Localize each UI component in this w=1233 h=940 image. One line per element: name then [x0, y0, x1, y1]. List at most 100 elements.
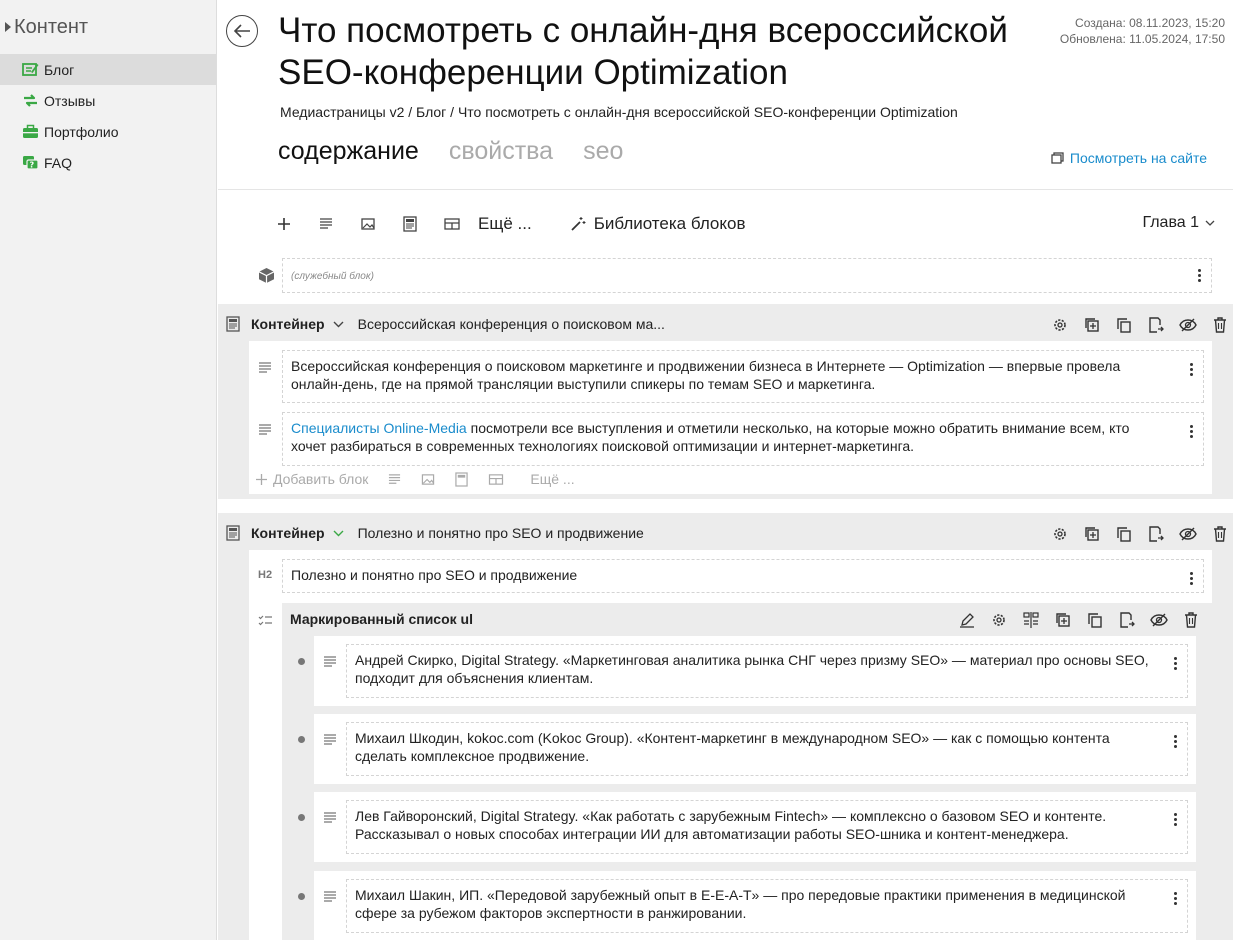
more-vertical-icon[interactable] — [1189, 425, 1193, 438]
add-block-button[interactable] — [268, 210, 300, 238]
list-title: Маркированный список ul — [290, 611, 473, 627]
edit-icon[interactable] — [958, 611, 976, 629]
copy-icon[interactable] — [1115, 316, 1133, 334]
heading-block[interactable]: Полезно и понятно про SEO и продвижение — [282, 559, 1204, 593]
paragraph-block[interactable]: Специалисты Online-Media посмотрели все … — [282, 412, 1204, 466]
chapter-select[interactable]: Глава 1 — [1142, 214, 1215, 232]
settings-icon[interactable] — [990, 611, 1008, 629]
duplicate-add-icon[interactable] — [1083, 525, 1101, 543]
text-block-icon[interactable] — [388, 473, 401, 486]
window-icon — [1051, 152, 1064, 164]
container-body: H2 Полезно и понятно про SEO и продвижен… — [249, 550, 1212, 940]
list-item-text: Лев Гайворонский, Digital Strategy. «Как… — [355, 808, 1107, 842]
more-blocks-button[interactable]: Ещё ... — [478, 214, 532, 234]
layout-icon[interactable] — [488, 473, 504, 486]
block-toolbar: Ещё ... Библиотека блоков — [268, 210, 1216, 238]
dates-info: Создана: 08.11.2023, 15:20 Обновлена: 11… — [1060, 15, 1225, 47]
paragraph-block[interactable]: Всероссийская конференция о поисковом ма… — [282, 350, 1204, 403]
breadcrumb[interactable]: Медиастраницы v2 / Блог / Что посмотреть… — [280, 104, 958, 120]
container-header: Контейнер Полезно и понятно про SEO и пр… — [218, 513, 1233, 553]
container-icon — [403, 216, 417, 232]
chevron-down-icon[interactable] — [333, 530, 344, 537]
chevron-down-icon[interactable] — [333, 321, 344, 328]
list-actions — [958, 611, 1200, 629]
move-icon[interactable] — [1118, 611, 1136, 629]
trash-icon[interactable] — [1211, 316, 1229, 334]
duplicate-add-icon[interactable] — [1083, 316, 1101, 334]
paragraph-text: Всероссийская конференция о поисковом ма… — [291, 358, 1121, 392]
eye-off-icon[interactable] — [1179, 316, 1197, 334]
container-icon[interactable] — [455, 471, 469, 487]
list-item: Андрей Скирко, Digital Strategy. «Маркет… — [298, 636, 1196, 706]
sidebar-section-content[interactable]: Контент — [0, 0, 216, 54]
chevron-down-icon — [1205, 220, 1215, 226]
more-vertical-icon[interactable] — [1173, 657, 1177, 670]
settings-icon[interactable] — [1051, 525, 1069, 543]
sidebar-item-label: Портфолио — [44, 123, 119, 140]
sidebar-item-faq[interactable]: ? FAQ — [0, 147, 216, 178]
add-container-button[interactable] — [394, 210, 426, 238]
list-item-text-block[interactable]: Михаил Шкодин, kokoc.com (Kokoc Group). … — [346, 722, 1188, 776]
paragraph-link[interactable]: Специалисты Online-Media — [291, 420, 467, 436]
container-name[interactable]: Всероссийская конференция о поисковом ма… — [358, 316, 665, 332]
sidebar-item-reviews[interactable]: Отзывы — [0, 85, 216, 116]
tab-properties[interactable]: свойства — [449, 137, 553, 166]
view-on-site-link[interactable]: Посмотреть на сайте — [1051, 150, 1207, 166]
container-name[interactable]: Полезно и понятно про SEO и продвижение — [358, 525, 644, 541]
tab-content[interactable]: содержание — [278, 137, 419, 166]
cube-icon — [258, 267, 275, 289]
block-library-label: Библиотека блоков — [593, 214, 746, 233]
sidebar-item-blog[interactable]: Блог — [0, 54, 216, 85]
page-title: Что посмотреть с онлайн-дня всероссийско… — [278, 11, 1008, 92]
caret-right-icon — [5, 22, 11, 32]
image-icon[interactable] — [421, 473, 435, 486]
trash-icon[interactable] — [1211, 525, 1229, 543]
container-body: Всероссийская конференция о поисковом ма… — [249, 341, 1212, 494]
container-actions — [1051, 316, 1229, 334]
settings-icon[interactable] — [1051, 316, 1069, 334]
list-block: Маркированный список ul Андрей Скирко, D… — [282, 603, 1212, 940]
list-item-text-block[interactable]: Михаил Шакин, ИП. «Передовой зарубежный … — [346, 879, 1188, 933]
sidebar-item-portfolio[interactable]: Портфолио — [0, 116, 216, 147]
heading-h2-icon: H2 — [258, 569, 273, 581]
duplicate-add-icon[interactable] — [1054, 611, 1072, 629]
text-block-icon — [323, 733, 337, 747]
updated-date: Обновлена: 11.05.2024, 17:50 — [1059, 32, 1225, 46]
block-library-button[interactable]: Библиотека блоков — [570, 214, 746, 234]
trash-icon[interactable] — [1182, 611, 1200, 629]
more-vertical-icon[interactable] — [1173, 892, 1177, 905]
add-block-button[interactable]: Добавить блок — [256, 471, 368, 487]
eye-off-icon[interactable] — [1150, 611, 1168, 629]
text-block-icon — [258, 423, 272, 437]
container-icon — [226, 316, 243, 332]
more-vertical-icon[interactable] — [1197, 269, 1201, 282]
list-item-text-block[interactable]: Андрей Скирко, Digital Strategy. «Маркет… — [346, 644, 1188, 698]
service-block[interactable]: (служебный блок) — [282, 258, 1212, 293]
copy-icon[interactable] — [1115, 525, 1133, 543]
text-block-icon — [323, 890, 337, 904]
eye-off-icon[interactable] — [1179, 525, 1197, 543]
more-vertical-icon[interactable] — [1189, 572, 1193, 585]
view-on-site-label: Посмотреть на сайте — [1069, 150, 1207, 166]
more-blocks-button[interactable]: Ещё ... — [530, 471, 574, 487]
list-item-text-block[interactable]: Лев Гайворонский, Digital Strategy. «Как… — [346, 800, 1188, 854]
move-icon[interactable] — [1147, 316, 1165, 334]
add-image-button[interactable] — [352, 210, 384, 238]
add-text-button[interactable] — [310, 210, 342, 238]
list-item-text: Михаил Шакин, ИП. «Передовой зарубежный … — [355, 887, 1126, 921]
sidebar-item-label: Отзывы — [44, 92, 96, 109]
move-icon[interactable] — [1147, 525, 1165, 543]
more-vertical-icon[interactable] — [1173, 735, 1177, 748]
list-item-text: Михаил Шкодин, kokoc.com (Kokoc Group). … — [355, 730, 1110, 764]
more-vertical-icon[interactable] — [1173, 813, 1177, 826]
list-item: Михаил Шакин, ИП. «Передовой зарубежный … — [298, 871, 1196, 940]
container-block: Контейнер Полезно и понятно про SEO и пр… — [218, 513, 1233, 940]
copy-icon[interactable] — [1086, 611, 1104, 629]
back-button[interactable] — [226, 15, 258, 47]
sidebar: Контент Блог Отзывы Портфолио ? FAQ — [0, 0, 217, 940]
tab-seo[interactable]: seo — [583, 137, 623, 166]
more-vertical-icon[interactable] — [1189, 363, 1193, 376]
list-item: Лев Гайворонский, Digital Strategy. «Как… — [298, 792, 1196, 862]
add-layout-button[interactable] — [436, 210, 468, 238]
convert-icon[interactable] — [1022, 611, 1040, 629]
